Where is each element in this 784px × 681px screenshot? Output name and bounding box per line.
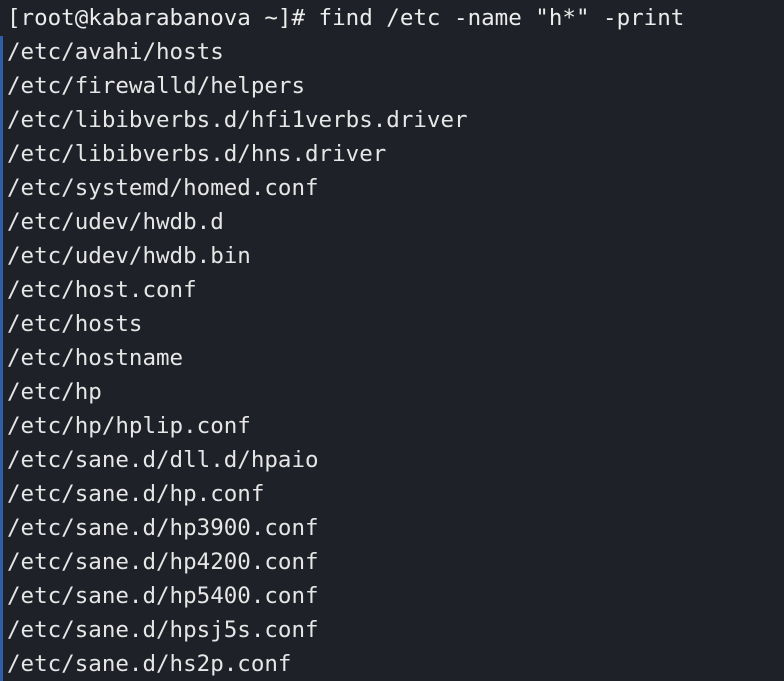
output-line: /etc/host.conf bbox=[7, 277, 197, 303]
command-line: [root@kabarabanova ~]# find /etc -name "… bbox=[7, 5, 685, 31]
output-line: /etc/sane.d/hp.conf bbox=[7, 481, 265, 507]
output-line: /etc/systemd/homed.conf bbox=[7, 175, 319, 201]
output-line: /etc/avahi/hosts bbox=[7, 39, 224, 65]
scroll-indicator bbox=[0, 36, 3, 681]
output-line: /etc/udev/hwdb.bin bbox=[7, 243, 251, 269]
output-line: /etc/libibverbs.d/hfi1verbs.driver bbox=[7, 107, 468, 133]
output-line: /etc/sane.d/hs2p.conf bbox=[7, 651, 292, 677]
output-line: /etc/hp bbox=[7, 379, 102, 405]
output-line: /etc/sane.d/hp3900.conf bbox=[7, 515, 319, 541]
output-line: /etc/sane.d/hp4200.conf bbox=[7, 549, 319, 575]
output-line: /etc/sane.d/hp5400.conf bbox=[7, 583, 319, 609]
output-line: /etc/hp/hplip.conf bbox=[7, 413, 251, 439]
terminal-window[interactable]: [root@kabarabanova ~]# find /etc -name "… bbox=[0, 0, 784, 681]
output-line: /etc/sane.d/hpsj5s.conf bbox=[7, 617, 319, 643]
output-line: /etc/hostname bbox=[7, 345, 184, 371]
output-line: /etc/sane.d/dll.d/hpaio bbox=[7, 447, 319, 473]
output-line: /etc/udev/hwdb.d bbox=[7, 209, 224, 235]
output-line: /etc/hosts bbox=[7, 311, 143, 337]
terminal-output: [root@kabarabanova ~]# find /etc -name "… bbox=[7, 1, 784, 681]
output-line: /etc/firewalld/helpers bbox=[7, 73, 306, 99]
output-line: /etc/libibverbs.d/hns.driver bbox=[7, 141, 387, 167]
